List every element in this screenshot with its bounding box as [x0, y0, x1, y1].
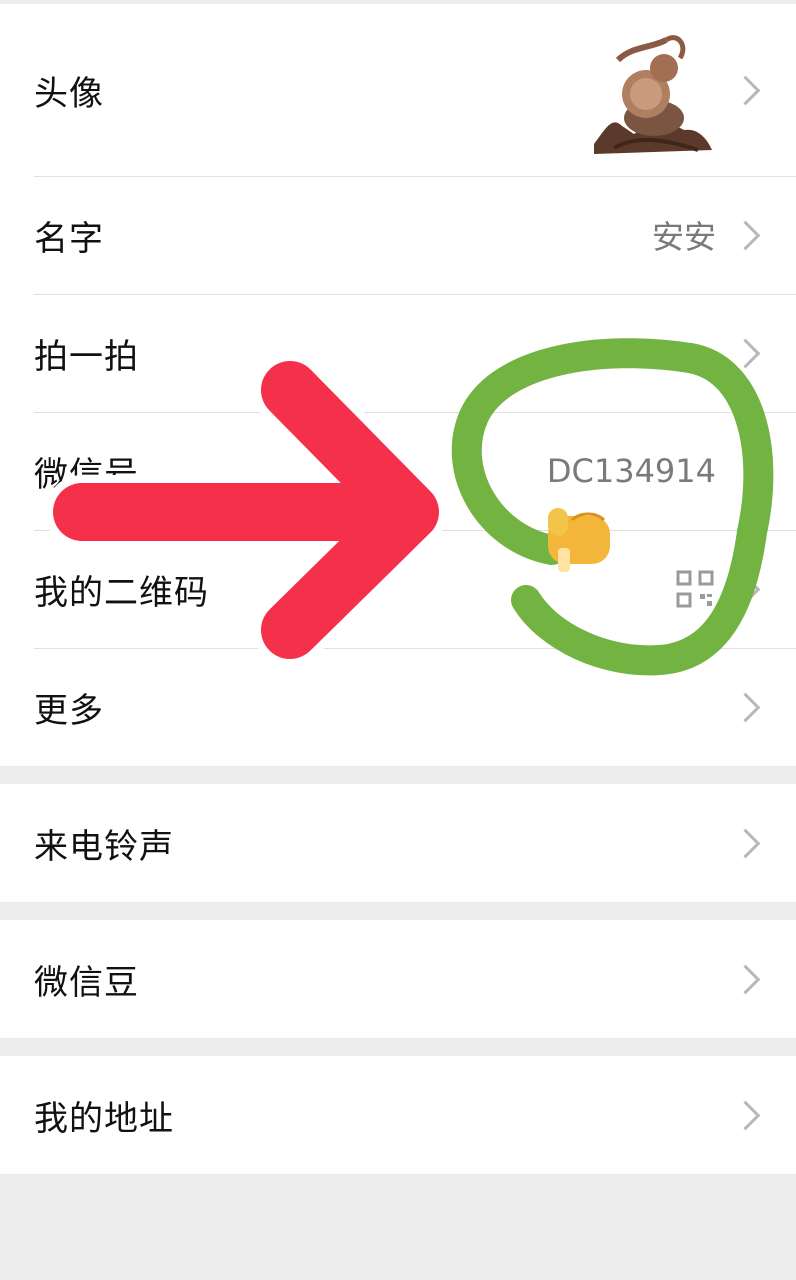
- more-label: 更多: [34, 690, 104, 731]
- section-divider: [0, 766, 796, 784]
- chevron-right-icon: [730, 828, 761, 858]
- beans-group: 微信豆: [0, 920, 796, 1038]
- chevron-right-icon: [730, 1100, 761, 1130]
- wechat-id-value: DC134914: [546, 452, 716, 490]
- section-divider: [0, 902, 796, 920]
- chevron-right-icon: [730, 692, 761, 722]
- qr-code-row[interactable]: 我的二维码: [0, 530, 796, 648]
- name-value: 安安: [651, 218, 716, 256]
- ringtone-group: 来电铃声: [0, 784, 796, 902]
- wechat-id-row[interactable]: 微信号 DC134914: [0, 412, 796, 530]
- qr-code-label: 我的二维码: [34, 572, 209, 613]
- section-divider: [0, 1038, 796, 1056]
- qr-code-icon: [676, 570, 714, 608]
- avatar-label: 头像: [34, 73, 104, 114]
- pat-row[interactable]: 拍一拍: [0, 294, 796, 412]
- chevron-right-icon: [730, 964, 761, 994]
- wechat-id-label: 微信号: [34, 454, 139, 495]
- more-row[interactable]: 更多: [0, 648, 796, 766]
- address-label: 我的地址: [34, 1098, 174, 1139]
- ringtone-row[interactable]: 来电铃声: [0, 784, 796, 902]
- name-row[interactable]: 名字 安安: [0, 176, 796, 294]
- beans-row[interactable]: 微信豆: [0, 920, 796, 1038]
- chevron-right-icon: [730, 75, 761, 105]
- avatar[interactable]: [580, 18, 716, 162]
- address-row[interactable]: 我的地址: [0, 1056, 796, 1174]
- ringtone-label: 来电铃声: [34, 826, 174, 867]
- chevron-right-icon: [730, 338, 761, 368]
- name-label: 名字: [34, 218, 104, 259]
- pat-label: 拍一拍: [34, 336, 139, 377]
- chevron-right-icon: [730, 574, 761, 604]
- avatar-row[interactable]: 头像: [0, 4, 796, 176]
- beans-label: 微信豆: [34, 962, 139, 1003]
- bottom-background: [0, 1174, 796, 1278]
- address-group: 我的地址: [0, 1056, 796, 1174]
- chevron-right-icon: [730, 220, 761, 250]
- profile-group: 头像 名字 安安 拍一拍 微信号 DC134914 我的二维码 更多: [0, 4, 796, 766]
